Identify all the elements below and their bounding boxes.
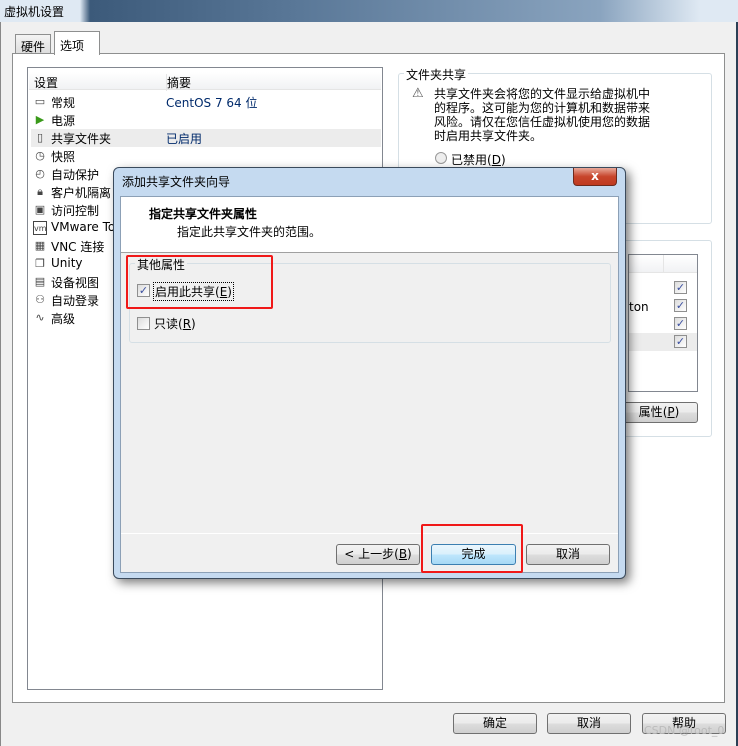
setting-name: Unity xyxy=(51,256,83,270)
setting-name: 快照 xyxy=(51,150,76,164)
warning-text: 共享文件夹会将您的文件显示给虚拟机中的程序。这可能为您的计算机和数据带来风险。请… xyxy=(434,87,651,143)
warning-icon: ⚠ xyxy=(412,86,424,101)
vnc-icon: ▦ xyxy=(34,239,46,252)
readonly-label: 只读(R) xyxy=(154,317,196,331)
setting-name: 自动登录 xyxy=(51,294,100,308)
close-button[interactable]: x xyxy=(573,168,617,186)
setting-name: VNC 连接 xyxy=(51,240,105,254)
setting-name: 高级 xyxy=(51,312,76,326)
settings-row[interactable]: ▭ 常规 CentOS 7 64 位 xyxy=(31,93,381,111)
dialog-title: 添加共享文件夹向导 xyxy=(122,175,231,189)
dialog-subheading: 指定此共享文件夹的范围。 xyxy=(177,225,322,239)
tab-options[interactable]: 选项 xyxy=(54,31,100,55)
separator xyxy=(121,533,618,534)
setting-name: 访问控制 xyxy=(51,204,100,218)
settings-row[interactable]: ▶ 电源 xyxy=(31,111,381,129)
device-view-icon: ▤ xyxy=(34,275,46,288)
clock-icon: ◴ xyxy=(35,167,45,180)
access-lock-icon: ▣ xyxy=(34,203,46,216)
folder-sharing-title: 文件夹共享 xyxy=(404,66,469,83)
unity-icon: ❐ xyxy=(35,257,45,270)
folder-enabled-checkbox[interactable]: ✓ xyxy=(674,281,687,294)
lock-icon: 🔒︎ xyxy=(37,185,43,198)
properties-button[interactable]: 属性(P) xyxy=(620,402,698,423)
setting-name: VMware To xyxy=(51,220,116,234)
setting-summary: 已启用 xyxy=(166,132,203,146)
list-header: 设置 摘要 xyxy=(29,72,381,91)
folder-enabled-checkbox[interactable]: ✓ xyxy=(674,299,687,312)
setting-name: 电源 xyxy=(51,114,76,128)
window-title: 虚拟机设置 xyxy=(4,5,65,19)
setting-name: 设备视图 xyxy=(51,276,100,290)
tab-label: 硬件 xyxy=(21,40,46,54)
highlight-box-enable xyxy=(126,255,273,309)
dialog-body: 指定共享文件夹属性 指定此共享文件夹的范围。 其他属性 ✓ 启用此共享(E) 只… xyxy=(120,196,619,573)
snapshot-icon: ◷ xyxy=(35,149,45,162)
setting-name: 自动保护 xyxy=(51,168,100,182)
column-header-setting[interactable]: 设置 xyxy=(34,74,58,91)
settings-row[interactable]: ◷ 快照 xyxy=(31,147,381,165)
pulse-icon: ∿ xyxy=(35,311,45,324)
readonly-checkbox[interactable] xyxy=(137,317,150,330)
monitor-icon: ▭ xyxy=(34,95,46,108)
users-icon: ⚇ xyxy=(35,293,45,306)
watermark: CSDN @root_0 xyxy=(644,724,725,737)
dialog-cancel-button[interactable]: 取消 xyxy=(526,544,610,565)
cancel-button[interactable]: 取消 xyxy=(547,713,631,734)
dialog-heading: 指定共享文件夹属性 xyxy=(149,207,258,221)
highlight-box-finish xyxy=(421,524,523,573)
back-button[interactable]: < 上一步(B) xyxy=(336,544,420,565)
dialog-header: 指定共享文件夹属性 指定此共享文件夹的范围。 xyxy=(121,197,618,253)
folders-list[interactable]: ton ✓ ✓ ✓ ✓ xyxy=(628,254,698,392)
tab-label: 选项 xyxy=(60,39,85,53)
column-header-summary[interactable]: 摘要 xyxy=(166,74,191,91)
disabled-radio[interactable] xyxy=(435,152,447,164)
setting-summary: CentOS 7 64 位 xyxy=(166,96,258,110)
folder-name-partial: ton xyxy=(629,300,649,314)
window-titlebar: 虚拟机设置 xyxy=(0,0,738,22)
tab-hardware[interactable]: 硬件 xyxy=(15,34,51,54)
settings-row[interactable]: ▯ 共享文件夹 已启用 xyxy=(31,129,381,147)
ok-button[interactable]: 确定 xyxy=(453,713,537,734)
close-icon: x xyxy=(591,169,599,183)
setting-name: 共享文件夹 xyxy=(51,132,112,146)
add-shared-folder-wizard: 添加共享文件夹向导 x 指定共享文件夹属性 指定此共享文件夹的范围。 其他属性 … xyxy=(113,167,626,579)
disabled-radio-label: 已禁用(D) xyxy=(451,153,506,167)
setting-name: 常规 xyxy=(51,96,76,110)
vm-icon: vm xyxy=(33,221,47,235)
folder-share-icon: ▯ xyxy=(36,131,44,144)
setting-name: 客户机隔离 xyxy=(51,186,112,200)
folder-enabled-checkbox[interactable]: ✓ xyxy=(674,317,687,330)
play-icon: ▶ xyxy=(35,113,45,126)
folder-enabled-checkbox[interactable]: ✓ xyxy=(674,335,687,348)
